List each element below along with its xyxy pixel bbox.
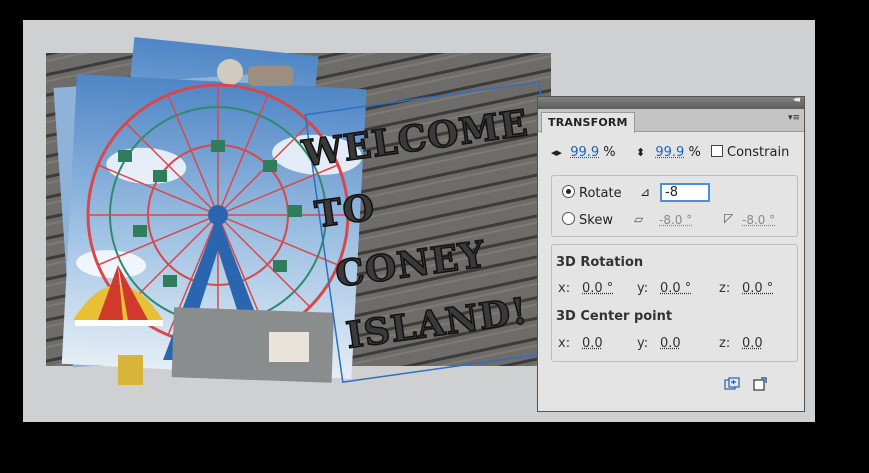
3d-rotation-z-value[interactable]: 0.0 ° (742, 281, 773, 296)
panel-menu-icon[interactable]: ▾≡ (782, 113, 800, 127)
3d-rotation-y-value[interactable]: 0.0 ° (660, 281, 691, 296)
3d-center-y-label: y: (637, 336, 649, 351)
transform-panel: ◂◂ TRANSFORM ▾≡ ◂▸ 99.9 % ⬍ 99.9 % Const… (537, 95, 805, 412)
height-scale-icon: ⬍ (636, 146, 646, 159)
text-line-2: TO (312, 186, 377, 236)
collapse-icon[interactable]: ◂◂ (793, 95, 800, 105)
panel-titlebar[interactable]: ◂◂ (538, 95, 804, 109)
3d-rotation-y-label: y: (637, 281, 649, 296)
width-scale-value[interactable]: 99.9 (570, 145, 599, 160)
constrain-check-box[interactable] (711, 145, 723, 157)
height-scale-unit: % (688, 145, 701, 160)
rotate-option[interactable]: Rotate (562, 185, 622, 201)
3d-center-x-value[interactable]: 0.0 (582, 336, 603, 351)
3d-rotation-x-value[interactable]: 0.0 ° (582, 281, 613, 296)
rotate-input[interactable]: -8 (660, 183, 710, 202)
3d-rotation-heading: 3D Rotation (556, 255, 644, 270)
3d-center-z-value[interactable]: 0.0 (742, 336, 763, 351)
3d-center-z-label: z: (719, 336, 731, 351)
skew-vertical-icon: ◸ (724, 211, 734, 225)
3d-center-heading: 3D Center point (556, 309, 673, 324)
rotate-label: Rotate (579, 186, 622, 201)
constrain-label: Constrain (727, 145, 790, 160)
skew-horizontal-value[interactable]: -8.0 ° (659, 213, 692, 227)
3d-rotation-z-label: z: (719, 281, 731, 296)
width-scale-unit: % (603, 145, 616, 160)
constrain-checkbox[interactable]: Constrain (711, 145, 789, 160)
3d-center-y-value[interactable]: 0.0 (660, 336, 681, 351)
skew-radio[interactable] (562, 212, 575, 225)
rotate-radio[interactable] (562, 185, 575, 198)
skew-label: Skew (579, 213, 613, 228)
skew-vertical-value[interactable]: -8.0 ° (742, 213, 775, 227)
skew-horizontal-icon: ▱ (634, 212, 644, 226)
width-scale-icon: ◂▸ (551, 146, 563, 159)
skew-option[interactable]: Skew (562, 212, 613, 228)
panel-tab-row: TRANSFORM ▾≡ (538, 109, 804, 133)
height-scale-value[interactable]: 99.9 (655, 145, 684, 160)
rotate-angle-icon: ⊿ (640, 185, 651, 199)
duplicate-selection-transform-icon[interactable] (724, 377, 740, 391)
3d-center-x-label: x: (558, 336, 571, 351)
tab-transform[interactable]: TRANSFORM (541, 112, 635, 133)
3d-rotation-x-label: x: (558, 281, 571, 296)
remove-transform-icon[interactable] (752, 377, 768, 391)
